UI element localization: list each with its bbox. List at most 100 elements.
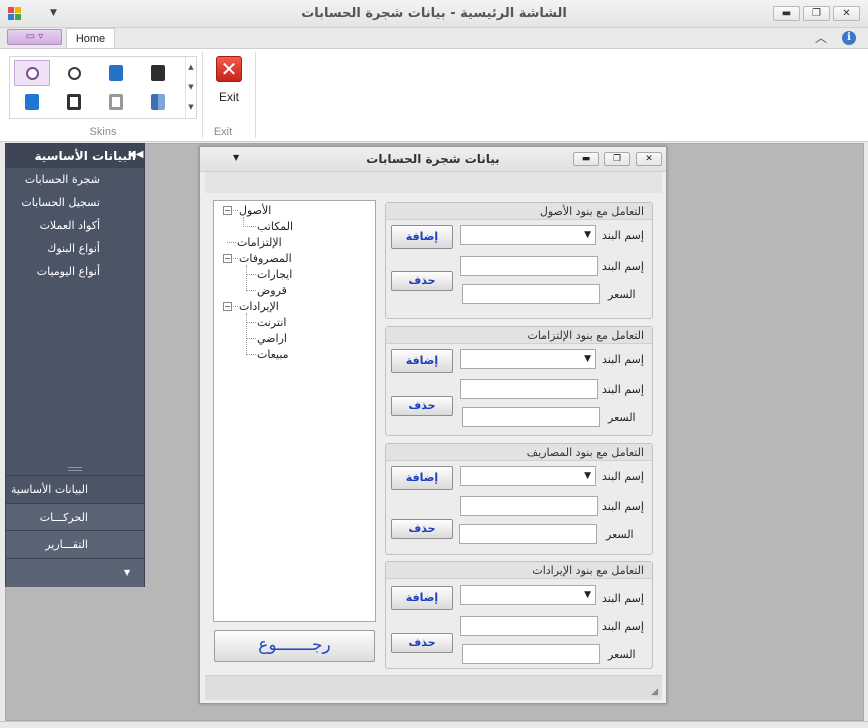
info-icon[interactable]: i: [842, 31, 856, 45]
item-name-field[interactable]: [460, 256, 598, 276]
skin-office-2016-black[interactable]: [140, 60, 176, 86]
maximize-button[interactable]: ❐: [803, 6, 830, 21]
child-maximize-button[interactable]: ❐: [604, 152, 630, 166]
delete-button[interactable]: حذف: [391, 271, 453, 291]
item-name-label: إسم البند: [602, 383, 644, 396]
child-close-button[interactable]: ✕: [636, 152, 662, 166]
price-label: السعر: [608, 411, 636, 424]
ribbon-panel: ▲ ▼ ▼ Skins ✕ Exit Exit ◢: [0, 48, 868, 187]
skin-icon: [109, 65, 123, 81]
tree-connector: [246, 322, 256, 323]
skin-office-2019-gray[interactable]: [98, 89, 134, 115]
nav-item-journal-types[interactable]: أنواع اليوميات: [6, 260, 144, 283]
delete-button[interactable]: حذف: [391, 633, 453, 653]
item-name-field[interactable]: [460, 379, 598, 399]
price-field[interactable]: [462, 284, 600, 304]
delete-button[interactable]: حذف: [391, 396, 453, 416]
minimize-button[interactable]: ▬: [773, 6, 800, 21]
status-bar: [0, 721, 868, 728]
child-minimize-button[interactable]: ▬: [573, 152, 599, 166]
liabilities-items-group: التعامل مع بنود الإلتزامات إضافة ▼ إسم ا…: [385, 326, 653, 436]
accounts-tree-view[interactable]: − الأصول المكاتب الإلتزامات − المصروفات …: [213, 200, 376, 622]
tree-connector: [227, 242, 236, 243]
skin-icon: [151, 65, 165, 81]
skin-office-2016-blue[interactable]: [98, 60, 134, 86]
item-name-dropdown[interactable]: ▼: [460, 225, 596, 245]
exit-button[interactable]: ✕ Exit: [210, 56, 248, 111]
resize-grip-icon[interactable]: ◢: [651, 687, 658, 697]
price-field[interactable]: [459, 524, 597, 544]
tree-connector: [233, 306, 238, 307]
tree-node-lands[interactable]: اراضي: [257, 332, 287, 345]
nav-splitter[interactable]: [68, 467, 82, 471]
gallery-more-icon[interactable]: ▼: [186, 97, 196, 117]
collapse-icon[interactable]: −: [223, 254, 232, 263]
skin-icon: [25, 66, 39, 80]
tree-connector: [246, 274, 256, 275]
tree-node-rents[interactable]: ايجارات: [257, 268, 292, 281]
tree-node-internet[interactable]: انترنت: [257, 316, 286, 329]
tree-node-loans[interactable]: قروض: [257, 284, 287, 297]
add-button[interactable]: إضافة: [391, 586, 453, 610]
ribbon-collapse-icon[interactable]: ︿: [813, 30, 829, 46]
assets-items-group: التعامل مع بنود الأصول إضافة ▼ إسم البند…: [385, 202, 653, 319]
skin-basic[interactable]: [140, 89, 176, 115]
nav-item-accounts-tree[interactable]: شجرة الحسابات: [6, 168, 144, 191]
item-name-field[interactable]: [460, 616, 598, 636]
nav-overflow-icon[interactable]: ▼: [124, 568, 130, 577]
tree-node-revenues[interactable]: الإيرادات: [239, 300, 279, 313]
group-separator: [255, 52, 256, 138]
tree-connector: [233, 258, 238, 259]
dropdown-arrow-icon: ▼: [584, 230, 591, 240]
dropdown-arrow-icon: ▼: [584, 471, 591, 481]
tab-home[interactable]: Home: [66, 28, 115, 49]
price-field[interactable]: [462, 644, 600, 664]
tree-node-assets[interactable]: الأصول: [239, 204, 271, 217]
nav-item-register-accounts[interactable]: تسجيل الحسابات: [6, 191, 144, 214]
nav-group-basic-data[interactable]: البيانات الأساسية: [6, 475, 144, 503]
add-button[interactable]: إضافة: [391, 349, 453, 373]
price-field[interactable]: [462, 407, 600, 427]
skin-office-2019-black[interactable]: [56, 89, 92, 115]
delete-button[interactable]: حذف: [391, 519, 453, 539]
skin-office-2019-colorful[interactable]: [14, 89, 50, 115]
add-button[interactable]: إضافة: [391, 466, 453, 490]
skins-gallery: ▲ ▼ ▼: [9, 56, 197, 119]
nav-item-bank-types[interactable]: أنواع البنوك: [6, 237, 144, 260]
item-name-label: إسم البند: [602, 470, 644, 483]
collapse-pane-icon[interactable]: ◀◀: [128, 149, 143, 160]
tree-node-expenses[interactable]: المصروفات: [239, 252, 292, 265]
price-label: السعر: [608, 648, 636, 661]
skin-icon: [151, 94, 165, 110]
item-name-dropdown[interactable]: ▼: [460, 585, 596, 605]
item-name-dropdown[interactable]: ▼: [460, 349, 596, 369]
item-name-field[interactable]: [460, 496, 598, 516]
collapse-icon[interactable]: −: [223, 206, 232, 215]
skin-bezier-dark[interactable]: [56, 60, 92, 86]
item-name-dropdown[interactable]: ▼: [460, 466, 596, 486]
group-separator: [202, 52, 203, 138]
nav-group-reports[interactable]: التقـــارير: [6, 530, 144, 558]
skin-icon: [109, 94, 123, 110]
nav-item-currency-codes[interactable]: أكواد العملات: [6, 214, 144, 237]
application-menu-button[interactable]: ▭ ▿: [7, 29, 62, 45]
tree-node-sales[interactable]: مبيعات: [257, 348, 289, 361]
exit-label: Exit: [218, 90, 239, 104]
child-title-bar: ▼ بيانات شجرة الحسابات ▬ ❐ ✕: [200, 147, 666, 172]
group-title: التعامل مع بنود الأصول: [386, 203, 652, 220]
nav-group-transactions[interactable]: الحركـــات: [6, 503, 144, 531]
gallery-down-icon[interactable]: ▼: [186, 77, 196, 97]
tree-connector: [246, 313, 247, 355]
collapse-icon[interactable]: −: [223, 302, 232, 311]
gallery-scrollbar[interactable]: ▲ ▼ ▼: [185, 57, 196, 118]
skin-bezier-purple[interactable]: [14, 60, 50, 86]
tree-connector: [233, 210, 238, 211]
add-button[interactable]: إضافة: [391, 225, 453, 249]
revenues-items-group: التعامل مع بنود الإيرادات إضافة ▼ إسم ال…: [385, 561, 653, 669]
close-button[interactable]: ✕: [833, 6, 860, 21]
tree-node-offices[interactable]: المكاتب: [257, 220, 293, 233]
back-button[interactable]: رجـــــــوع: [214, 630, 375, 662]
gallery-up-icon[interactable]: ▲: [186, 57, 196, 77]
tree-node-liabilities[interactable]: الإلتزامات: [237, 236, 282, 249]
title-bar: ▼ الشاشة الرئيسية - بيانات شجرة الحسابات…: [0, 0, 868, 28]
